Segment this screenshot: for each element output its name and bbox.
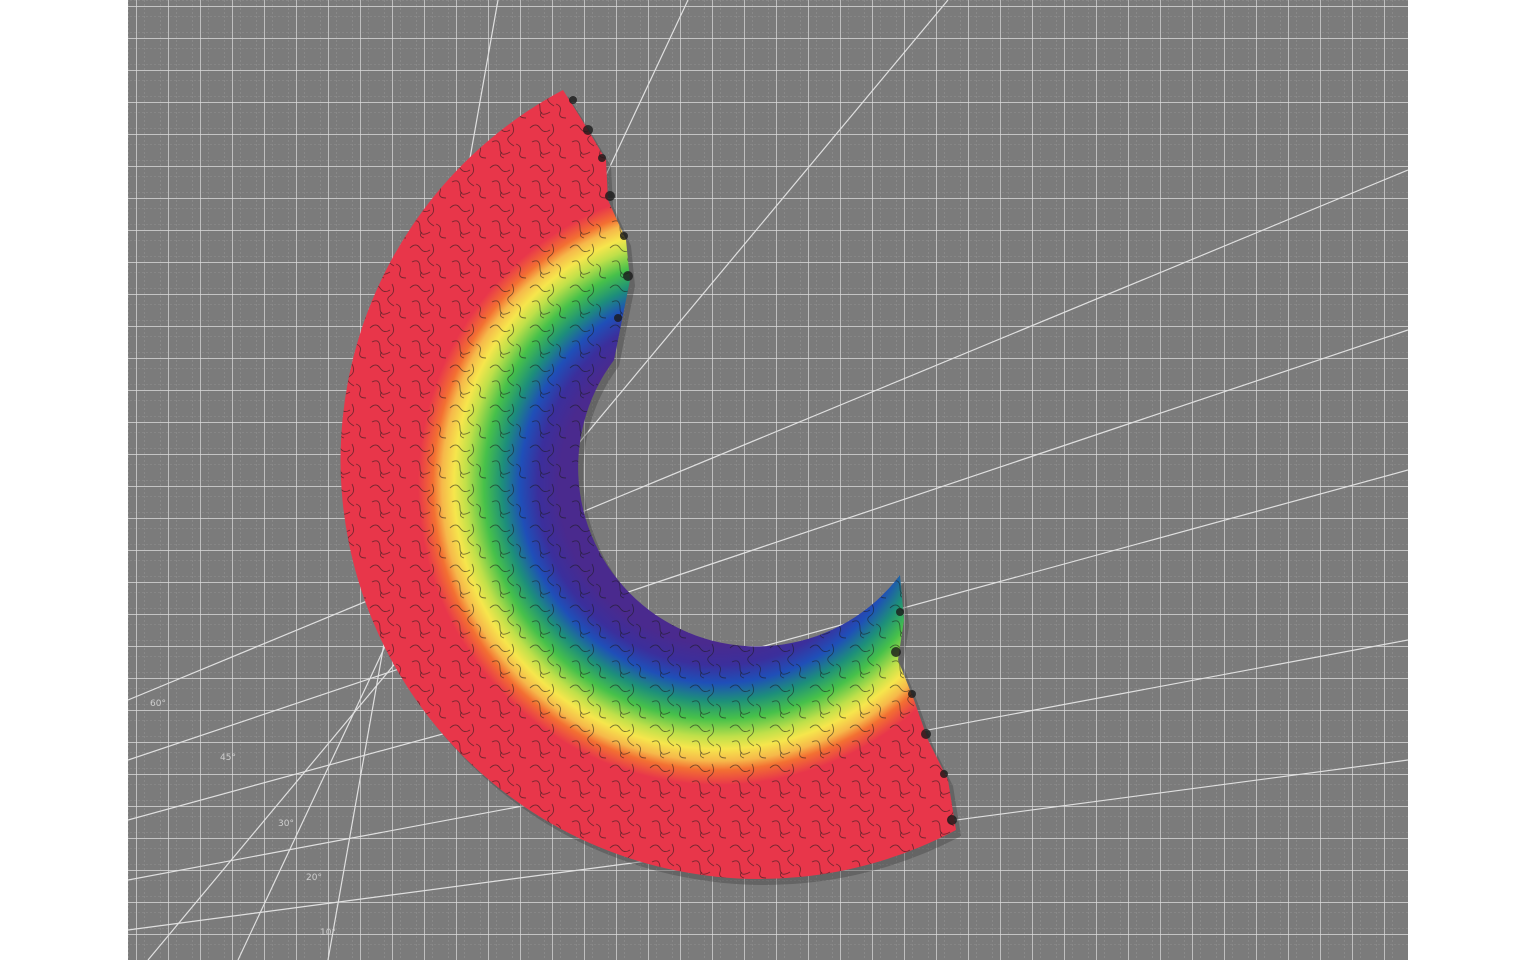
mat-label-20: 20° [306, 873, 322, 883]
mat-label-45: 45° [220, 753, 236, 763]
photo-canvas: 60° 45° 30° 20° 10° [128, 0, 1408, 960]
mat-label-30: 30° [278, 819, 294, 829]
image-frame: 60° 45° 30° 20° 10° [0, 0, 1536, 960]
mat-label-60: 60° [150, 699, 166, 709]
mat-label-10: 10° [320, 928, 336, 938]
photo: 60° 45° 30° 20° 10° [128, 0, 1408, 960]
